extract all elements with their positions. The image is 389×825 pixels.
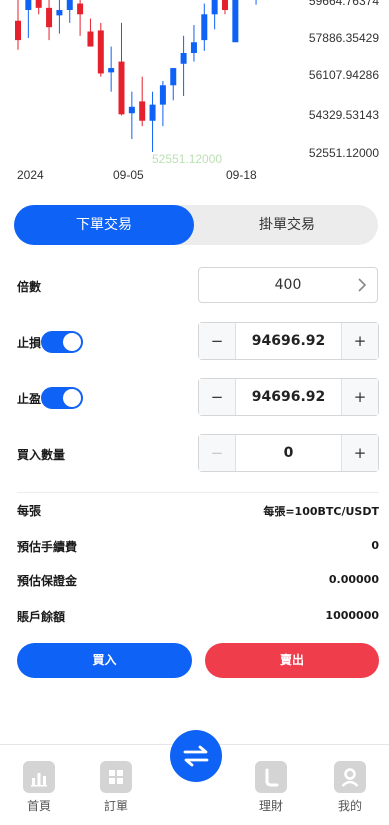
x-tick-label: 09-05 [113,168,144,182]
balance-label: 賬戶餘額 [17,610,66,624]
candle-body [180,53,187,64]
take-profit-toggle[interactable] [41,387,83,409]
sell-button[interactable]: 賣出 [205,643,379,678]
y-tick-label: 57886.35429 [308,31,379,45]
chevron-right-icon [358,278,367,292]
multiplier-value: 400 [274,277,302,293]
stop-loss-plus-button[interactable]: + [341,323,378,359]
clock-icon [255,761,287,793]
stop-loss-toggle[interactable] [41,331,83,353]
candle-body [66,0,73,10]
y-tick-label: 59664.76374 [308,0,379,8]
stop-loss-label: 止損 [17,336,42,350]
candle-body [222,0,228,10]
fee-value: 0 [371,539,379,552]
candle-body [35,0,42,8]
nav-label-home: 首頁 [26,799,51,813]
take-profit-label: 止盈 [17,392,42,406]
divider [17,492,379,493]
candle-body [149,104,156,121]
take-profit-plus-button[interactable]: + [341,379,378,415]
quantity-label: 買入數量 [17,448,66,462]
margin-value: 0.00000 [328,573,379,586]
candle-body [190,42,197,54]
toggle-knob [63,389,81,407]
stop-loss-minus-button[interactable]: − [199,323,236,359]
stop-loss-stepper: − 94696.92 + [198,322,379,360]
candle-body [232,0,239,43]
nav-label-finance: 理財 [258,799,283,813]
x-tick-label: 2024 [17,168,44,182]
margin-label: 預估保證金 [17,574,78,588]
candle-body [87,31,94,47]
candle-body [56,9,63,16]
candle-body [118,61,125,115]
multiplier-label: 倍數 [17,280,42,294]
candle-body [139,101,146,121]
quantity-plus-button[interactable]: + [341,435,378,471]
quantity-stepper: − 0 + [198,434,379,472]
candle-body [159,85,166,105]
nav-label-profile: 我的 [337,799,362,813]
nav-label-orders: 訂單 [103,799,128,813]
per-contract-label: 每張 [17,504,42,518]
candle-body [46,7,53,28]
nav-item-profile[interactable]: 我的 [320,761,380,814]
quantity-value[interactable]: 0 [235,435,342,471]
grid-icon [100,761,132,793]
y-tick-label: 54329.53143 [308,108,379,122]
candle-body [201,14,208,41]
tab-limit-order[interactable]: 掛單交易 [196,205,378,245]
swap-arrows-icon [183,745,209,767]
kline-chart[interactable]: 59664.76374 57886.35429 56107.94286 5432… [0,0,389,190]
bar-chart-icon [23,761,55,793]
order-type-tabs: 下單交易 掛單交易 [14,205,378,245]
take-profit-value[interactable]: 94696.92 [235,379,342,415]
stop-loss-value[interactable]: 94696.92 [235,323,342,359]
candle-body [15,20,21,41]
candle-body [108,68,115,73]
y-tick-label: 56107.94286 [308,68,379,82]
multiplier-select[interactable]: 400 [198,267,378,303]
tab-market-order[interactable]: 下單交易 [14,205,194,245]
take-profit-minus-button[interactable]: − [199,379,236,415]
candle-body [170,68,177,86]
nav-item-orders[interactable]: 訂單 [86,761,146,814]
x-tick-label: 09-18 [226,168,257,182]
candle-body [25,0,32,10]
price-watermark: 52551.12000 [152,152,223,166]
candle-body [97,30,104,74]
toggle-knob [63,333,81,351]
candle-body [77,3,84,15]
buy-button[interactable]: 買入 [17,643,192,678]
y-tick-label: 52551.12000 [308,146,379,160]
user-icon [334,761,366,793]
candle-body [211,0,218,15]
nav-item-finance[interactable]: 理財 [241,761,301,814]
fee-label: 預估手續費 [17,540,78,554]
quantity-minus-button[interactable]: − [199,435,236,471]
per-contract-value: 每張=100BTC/USDT [263,505,379,518]
take-profit-stepper: − 94696.92 + [198,378,379,416]
nav-item-home[interactable]: 首頁 [9,761,69,814]
trade-fab-button[interactable] [170,730,222,782]
candle-body [128,106,135,114]
balance-value: 1000000 [325,609,379,622]
